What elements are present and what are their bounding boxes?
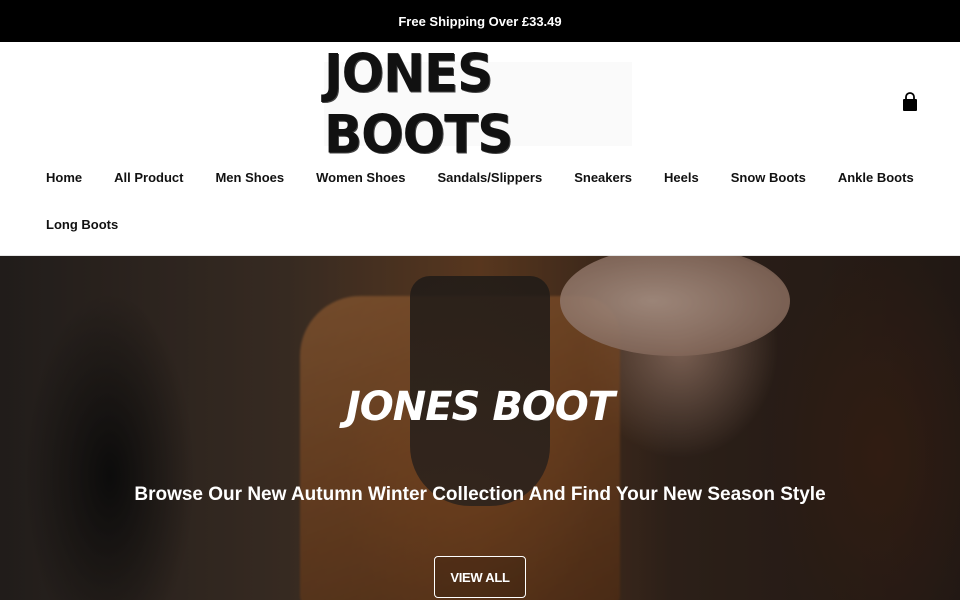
view-all-button[interactable]: VIEW ALL (434, 556, 526, 598)
nav-ankle-boots[interactable]: Ankle Boots (838, 170, 914, 185)
nav-all-product[interactable]: All Product (114, 170, 183, 185)
hero-title: JONES BOOT (345, 384, 615, 430)
nav-long-boots[interactable]: Long Boots (46, 217, 118, 232)
main-nav-row-2: Long Boots (46, 217, 118, 232)
nav-sandals-slippers[interactable]: Sandals/Slippers (437, 170, 542, 185)
nav-women-shoes[interactable]: Women Shoes (316, 170, 405, 185)
logo-text: JONES BOOTS (324, 43, 513, 165)
hero-banner: JONES BOOT Browse Our New Autumn Winter … (0, 256, 960, 600)
main-nav-row-1: Home All Product Men Shoes Women Shoes S… (46, 170, 914, 185)
announcement-bar: Free Shipping Over £33.49 (0, 0, 960, 42)
nav-men-shoes[interactable]: Men Shoes (215, 170, 284, 185)
shopping-bag-icon (903, 92, 917, 111)
nav-sneakers[interactable]: Sneakers (574, 170, 632, 185)
nav-home[interactable]: Home (46, 170, 82, 185)
cart-button[interactable] (900, 92, 920, 112)
site-header: JONES BOOTS Home All Product Men Shoes W… (0, 42, 960, 256)
site-logo[interactable]: JONES BOOTS (324, 43, 632, 165)
hero-subtitle: Browse Our New Autumn Winter Collection … (134, 484, 826, 505)
view-all-label: VIEW ALL (450, 569, 510, 585)
nav-heels[interactable]: Heels (664, 170, 699, 185)
nav-snow-boots[interactable]: Snow Boots (731, 170, 806, 185)
announcement-text: Free Shipping Over £33.49 (398, 13, 562, 29)
